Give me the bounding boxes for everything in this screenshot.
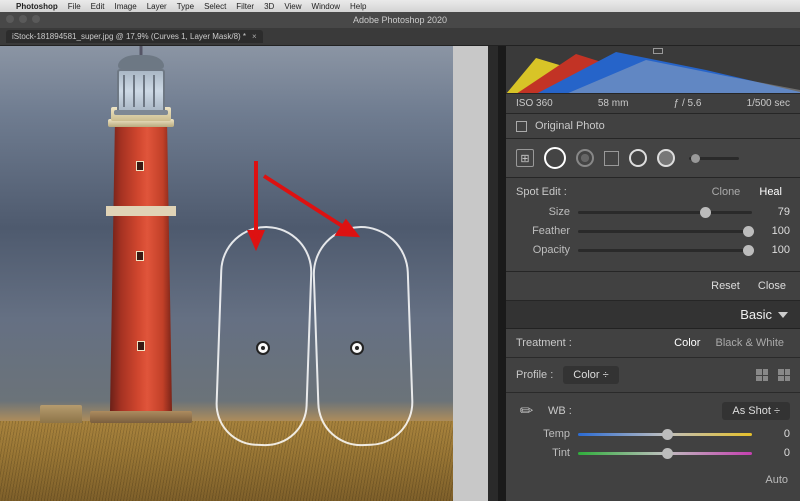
disclosure-triangle-icon[interactable]	[778, 312, 788, 318]
mask-radial-icon[interactable]	[576, 149, 594, 167]
heal-target-pin[interactable]	[350, 341, 364, 355]
heal-source-pin[interactable]	[256, 341, 270, 355]
spot-buttons: Reset Close	[506, 272, 800, 301]
mask-circle-icon[interactable]	[629, 149, 647, 167]
exif-focal: 58 mm	[598, 98, 629, 109]
exif-iso: ISO 360	[516, 98, 553, 109]
heal-target-marker[interactable]	[311, 224, 415, 447]
wb-select[interactable]: As Shot ÷	[722, 402, 790, 420]
treatment-bw[interactable]: Black & White	[710, 335, 790, 351]
profile-label: Profile :	[516, 369, 553, 381]
lighthouse-cap	[118, 55, 164, 69]
lighthouse-window	[137, 341, 145, 351]
document-canvas[interactable]	[0, 46, 453, 501]
window-zoom-icon[interactable]	[32, 15, 40, 23]
lighthouse-lamp	[117, 69, 165, 113]
basic-header-label: Basic	[740, 307, 772, 322]
mask-tool-row: ⊞	[506, 139, 800, 178]
menu-window[interactable]: Window	[312, 2, 340, 11]
menu-layer[interactable]: Layer	[147, 2, 167, 11]
size-slider[interactable]	[578, 211, 752, 214]
window-minimize-icon[interactable]	[19, 15, 27, 23]
heal-source-marker[interactable]	[214, 224, 314, 447]
spot-mode-clone[interactable]: Clone	[704, 184, 749, 200]
profile-row: Profile : Color ÷	[506, 358, 800, 393]
menubar-app[interactable]: Photoshop	[16, 2, 58, 11]
menu-help[interactable]: Help	[350, 2, 366, 11]
menu-edit[interactable]: Edit	[91, 2, 105, 11]
auto-button[interactable]: Auto	[506, 474, 800, 490]
treatment-color[interactable]: Color	[668, 335, 706, 351]
mask-brush-icon[interactable]	[544, 147, 566, 169]
mac-menubar[interactable]: Photoshop File Edit Image Layer Type Sel…	[0, 0, 800, 12]
menu-3d[interactable]: 3D	[264, 2, 274, 11]
tint-value: 0	[760, 447, 790, 459]
exif-aperture: ƒ / 5.6	[674, 98, 702, 109]
size-label: Size	[516, 206, 570, 218]
mask-fill-icon[interactable]	[657, 149, 675, 167]
tab-close-icon[interactable]: ×	[252, 32, 257, 41]
opacity-label: Opacity	[516, 244, 570, 256]
wb-label: WB :	[548, 405, 572, 417]
photo-hut	[40, 405, 82, 423]
spot-mode-heal[interactable]: Heal	[751, 184, 790, 200]
feather-label: Feather	[516, 225, 570, 237]
temp-slider[interactable]	[578, 433, 752, 436]
document-tab[interactable]: iStock-181894581_super.jpg @ 17,9% (Curv…	[6, 30, 263, 43]
mask-new-icon[interactable]: ⊞	[516, 149, 534, 167]
document-tab-label: iStock-181894581_super.jpg @ 17,9% (Curv…	[12, 32, 246, 41]
close-button[interactable]: Close	[758, 280, 786, 292]
canvas-gray-margin	[453, 46, 488, 501]
temp-value: 0	[760, 428, 790, 440]
spot-edit-section: Spot Edit : Clone Heal Size 79 Feather 1…	[506, 178, 800, 272]
menu-type[interactable]: Type	[177, 2, 194, 11]
mask-size-mini-slider[interactable]	[689, 157, 739, 160]
opacity-slider[interactable]	[578, 249, 752, 252]
basic-panel-header[interactable]: Basic	[506, 301, 800, 329]
document-tab-bar: iStock-181894581_super.jpg @ 17,9% (Curv…	[0, 28, 800, 46]
lighthouse-window	[136, 251, 144, 261]
original-photo-label: Original Photo	[535, 120, 605, 132]
profile-grid-icon[interactable]	[756, 369, 768, 381]
window-close-icon[interactable]	[6, 15, 14, 23]
eyedropper-icon[interactable]: ✎	[512, 396, 542, 426]
develop-panel: ISO 360 58 mm ƒ / 5.6 1/500 sec Original…	[506, 46, 800, 501]
profile-select[interactable]: Color ÷	[563, 366, 618, 384]
treatment-label: Treatment :	[516, 337, 572, 349]
tint-label: Tint	[516, 447, 570, 459]
exif-row: ISO 360 58 mm ƒ / 5.6 1/500 sec	[506, 94, 800, 114]
menu-select[interactable]: Select	[204, 2, 226, 11]
menu-image[interactable]: Image	[114, 2, 136, 11]
window-controls[interactable]	[6, 15, 40, 23]
window-title: Adobe Photoshop 2020	[353, 15, 447, 25]
tint-slider[interactable]	[578, 452, 752, 455]
feather-slider[interactable]	[578, 230, 752, 233]
window-titlebar: Adobe Photoshop 2020	[0, 12, 800, 28]
checkbox-icon[interactable]	[516, 121, 527, 132]
treatment-row: Treatment : Color Black & White	[506, 329, 800, 358]
spot-edit-title: Spot Edit :	[516, 186, 567, 198]
mask-rect-icon[interactable]	[604, 151, 619, 166]
exif-shutter: 1/500 sec	[747, 98, 790, 109]
menu-file[interactable]: File	[68, 2, 81, 11]
opacity-value: 100	[760, 244, 790, 256]
white-balance-section: ✎ WB : As Shot ÷ Temp 0 Tint 0	[506, 393, 800, 474]
menu-view[interactable]: View	[284, 2, 301, 11]
profile-list-icon[interactable]	[778, 369, 790, 381]
size-value: 79	[760, 206, 790, 218]
feather-value: 100	[760, 225, 790, 237]
menu-filter[interactable]: Filter	[236, 2, 254, 11]
reset-button[interactable]: Reset	[711, 280, 740, 292]
lighthouse-window	[136, 161, 144, 171]
panel-divider[interactable]	[498, 46, 506, 501]
lighthouse-band	[106, 206, 176, 216]
original-photo-toggle[interactable]: Original Photo	[506, 114, 800, 139]
lighthouse-base	[90, 411, 192, 423]
histogram[interactable]	[506, 46, 800, 94]
temp-label: Temp	[516, 428, 570, 440]
